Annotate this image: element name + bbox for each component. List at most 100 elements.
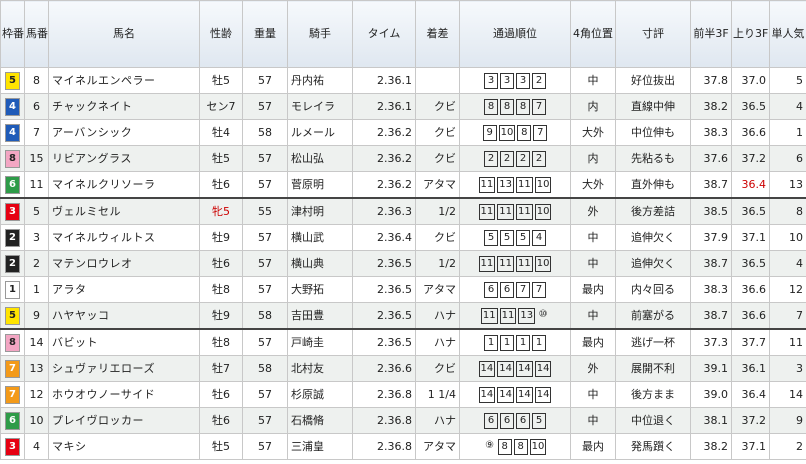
cell-horse-name[interactable]: チャックネイト (48, 93, 200, 120)
cell-horse-name[interactable]: ヴェルミセル (48, 197, 200, 225)
cell-jockey[interactable]: 杉原誠 (287, 381, 353, 408)
passing-position: 2 (532, 151, 546, 167)
header-first3f: 前半3F (690, 0, 732, 68)
passing-position: 10 (498, 125, 516, 141)
cell-umaban: 15 (24, 145, 49, 172)
cell-sexage: セン7 (199, 93, 243, 120)
cell-jockey[interactable]: 三浦皇 (287, 433, 353, 460)
cell-horse-name[interactable]: マイネルクリソーラ (48, 171, 200, 199)
cell-passing: 11 11 11 10 (459, 197, 571, 225)
cell-waku: 2 (0, 224, 25, 251)
cell-popularity: 7 (769, 302, 806, 330)
passing-position: 2 (500, 151, 514, 167)
cell-popularity: 10 (769, 224, 806, 251)
cell-horse-name[interactable]: ホウオウノーサイド (48, 381, 200, 408)
cell-sexage: 牝5 (199, 197, 243, 225)
cell-weight: 57 (242, 224, 288, 251)
cell-umaban: 10 (24, 407, 49, 434)
cell-first3f: 39.1 (690, 355, 732, 382)
header-comment: 寸評 (615, 0, 691, 68)
cell-comment: 中位伸も (615, 119, 691, 146)
passing-position: 6 (484, 413, 498, 429)
cell-comment: 直線中伸 (615, 93, 691, 120)
result-rows: 5 8 マイネルエンペラー 牡5 57 丹内祐 2.36.1 3 3 3 2 中好位抜出 37.8 37.… (0, 67, 806, 460)
cell-passing: 14 14 14 14 (459, 381, 571, 408)
cell-weight: 57 (242, 381, 288, 408)
cell-corner4: 中 (570, 381, 616, 408)
cell-corner4: 中 (570, 224, 616, 251)
cell-jockey[interactable]: 大野拓 (287, 276, 353, 303)
cell-horse-name[interactable]: マテンロウレオ (48, 250, 200, 277)
cell-jockey[interactable]: 横山武 (287, 224, 353, 251)
cell-horse-name[interactable]: アラタ (48, 276, 200, 303)
cell-jockey[interactable]: 横山典 (287, 250, 353, 277)
header-sexage: 性齢 (199, 0, 243, 68)
cell-jockey[interactable]: 松山弘 (287, 145, 353, 172)
table-row: 6 10 プレイヴロッカー 牡6 57 石橋脩 2.36.8 ハナ 6 6 6 5 中中位退く 38.1 3… (0, 407, 806, 434)
cell-first3f: 38.2 (690, 433, 732, 460)
cell-weight: 55 (242, 197, 288, 225)
cell-sexage: 牡8 (199, 328, 243, 356)
cell-umaban: 1 (24, 276, 49, 303)
cell-jockey[interactable]: 石橋脩 (287, 407, 353, 434)
cell-umaban: 2 (24, 250, 49, 277)
passing-position: 11 (478, 204, 496, 220)
cell-sexage: 牡6 (199, 171, 243, 199)
table-row: 5 8 マイネルエンペラー 牡5 57 丹内祐 2.36.1 3 3 3 2 中好位抜出 37.8 37.… (0, 67, 806, 94)
cell-corner4: 内 (570, 93, 616, 120)
cell-jockey[interactable]: モレイラ (287, 93, 353, 120)
cell-jockey[interactable]: 北村友 (287, 355, 353, 382)
cell-waku: 7 (0, 381, 25, 408)
cell-last3f: 36.6 (731, 302, 770, 330)
cell-corner4: 最内 (570, 276, 616, 303)
cell-time: 2.36.5 (352, 302, 416, 330)
cell-jockey[interactable]: 津村明 (287, 197, 353, 225)
cell-margin: クビ (415, 224, 460, 251)
cell-time: 2.36.1 (352, 93, 416, 120)
cell-horse-name[interactable]: マイネルウィルトス (48, 224, 200, 251)
cell-first3f: 39.0 (690, 381, 732, 408)
cell-umaban: 7 (24, 119, 49, 146)
cell-horse-name[interactable]: バビット (48, 328, 200, 356)
cell-jockey[interactable]: 戸崎圭 (287, 328, 353, 356)
cell-last3f: 37.7 (731, 328, 770, 356)
passing-position: 5 (500, 230, 514, 246)
cell-jockey[interactable]: 菅原明 (287, 171, 353, 199)
cell-jockey[interactable]: ルメール (287, 119, 353, 146)
cell-umaban: 13 (24, 355, 49, 382)
cell-last3f: 37.2 (731, 407, 770, 434)
cell-popularity: 9 (769, 407, 806, 434)
cell-corner4: 中 (570, 407, 616, 434)
cell-waku: 5 (0, 302, 25, 330)
passing-position: 3 (516, 73, 530, 89)
cell-waku: 4 (0, 93, 25, 120)
cell-margin: クビ (415, 355, 460, 382)
cell-corner4: 最内 (570, 328, 616, 356)
cell-horse-name[interactable]: マイネルエンペラー (48, 67, 200, 94)
header-time: タイム (352, 0, 416, 68)
cell-horse-name[interactable]: アーバンシック (48, 119, 200, 146)
cell-last3f: 37.2 (731, 145, 770, 172)
cell-jockey[interactable]: 丹内祐 (287, 67, 353, 94)
cell-horse-name[interactable]: プレイヴロッカー (48, 407, 200, 434)
cell-popularity: 2 (769, 433, 806, 460)
cell-comment: 展開不利 (615, 355, 691, 382)
passing-position: ⑨ (485, 440, 495, 451)
passing-position: 6 (500, 413, 514, 429)
cell-horse-name[interactable]: マキシ (48, 433, 200, 460)
passing-position: 3 (500, 73, 514, 89)
cell-horse-name[interactable]: リビアングラス (48, 145, 200, 172)
cell-sexage: 牡6 (199, 381, 243, 408)
passing-position: 14 (497, 361, 514, 377)
cell-weight: 57 (242, 276, 288, 303)
cell-jockey[interactable]: 吉田豊 (287, 302, 353, 330)
table-row: 7 12 ホウオウノーサイド 牡6 57 杉原誠 2.36.8 1 1/4 14 14 14 14 中後… (0, 381, 806, 408)
cell-horse-name[interactable]: ハヤヤッコ (48, 302, 200, 330)
cell-weight: 58 (242, 355, 288, 382)
cell-first3f: 38.3 (690, 119, 732, 146)
header-margin: 着差 (415, 0, 460, 68)
waku-badge: 3 (5, 203, 20, 221)
cell-comment: 逃げ一杯 (615, 328, 691, 356)
cell-horse-name[interactable]: シュヴァリエローズ (48, 355, 200, 382)
passing-position: 6 (500, 282, 514, 298)
